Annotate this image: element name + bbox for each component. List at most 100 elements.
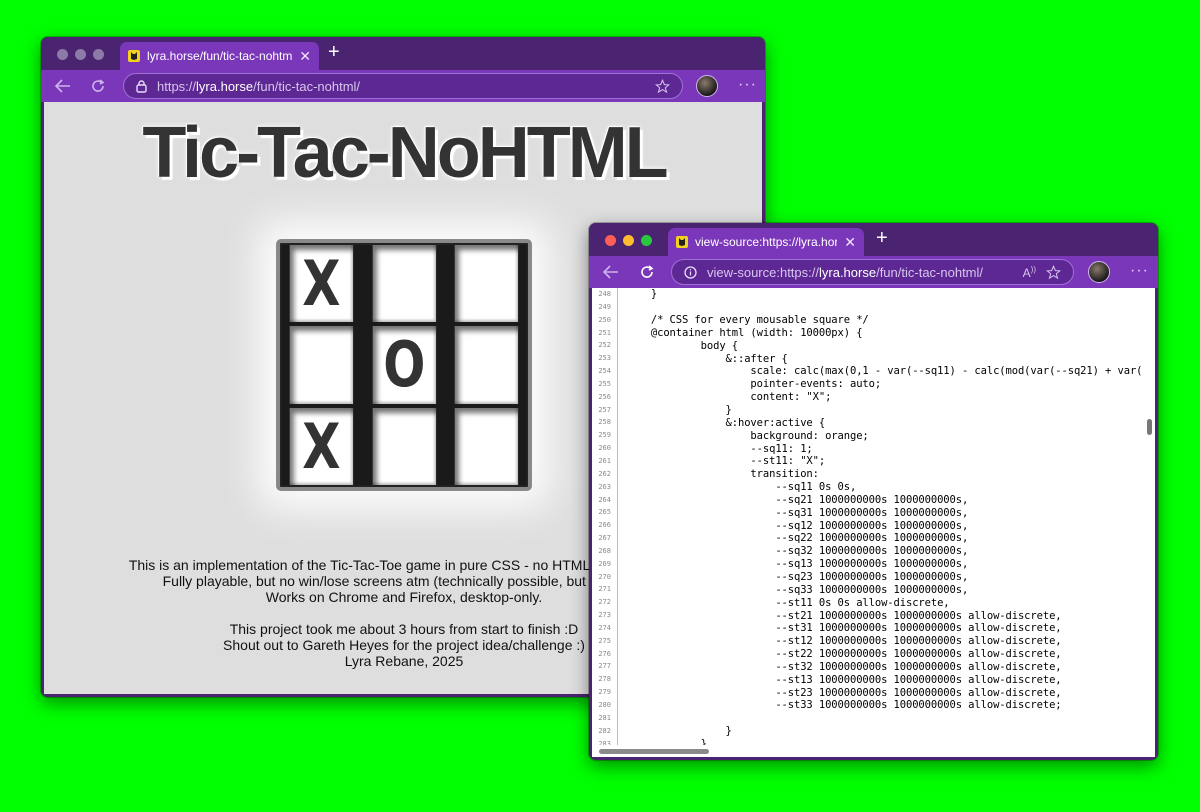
read-aloud-icon[interactable]: A)) xyxy=(1023,265,1036,280)
page-title: Tic-Tac-NoHTML xyxy=(142,113,668,193)
board-cell[interactable] xyxy=(289,326,353,404)
board-cell[interactable]: X xyxy=(289,407,353,485)
tab-bar: lyra.horse/fun/tic-tac-nohtml/ ✕ + xyxy=(41,37,765,70)
horse-favicon-icon xyxy=(676,236,688,248)
star-icon[interactable] xyxy=(1046,264,1061,280)
line-code: } xyxy=(626,404,732,417)
line-code: pointer-events: auto; xyxy=(626,378,882,391)
source-line: 254 scale: calc(max(0,1 - var(--sq11) - … xyxy=(592,365,1143,378)
source-line: 276 --st22 1000000000s 1000000000s allow… xyxy=(592,647,1143,661)
game-board: XOX xyxy=(276,239,532,491)
line-code: --st22 1000000000s 1000000000s allow-dis… xyxy=(626,648,1062,661)
window-controls xyxy=(57,49,104,60)
source-line: 256 content: "X"; xyxy=(592,390,1143,404)
line-code: background: orange; xyxy=(626,429,869,442)
source-line: 250 /* CSS for every mousable square */ xyxy=(592,313,1143,327)
close-tab-icon[interactable]: ✕ xyxy=(844,234,856,251)
close-window-button[interactable] xyxy=(605,235,616,246)
source-line: 271 --sq33 1000000000s 1000000000s, xyxy=(592,583,1143,597)
close-window-button[interactable] xyxy=(57,49,68,60)
horizontal-scrollbar[interactable] xyxy=(592,745,1155,757)
line-code: /* CSS for every mousable square */ xyxy=(626,314,869,327)
line-number: 276 xyxy=(592,647,618,661)
line-number: 257 xyxy=(592,403,618,417)
zoom-window-button[interactable] xyxy=(93,49,104,60)
info-icon xyxy=(684,265,697,279)
line-code: body { xyxy=(626,339,738,352)
line-number: 273 xyxy=(592,609,618,622)
line-code: --sq11 0s 0s, xyxy=(626,481,857,494)
line-number: 269 xyxy=(592,557,618,571)
back-arrow-icon[interactable] xyxy=(601,262,621,282)
new-tab-icon[interactable]: + xyxy=(328,41,340,64)
source-line: 278 --st13 1000000000s 1000000000s allow… xyxy=(592,673,1143,687)
line-number: 261 xyxy=(592,454,618,468)
line-code: --sq12 1000000000s 1000000000s, xyxy=(626,519,969,532)
source-line: 280 --st33 1000000000s 1000000000s allow… xyxy=(592,699,1143,712)
profile-avatar[interactable] xyxy=(696,75,718,97)
new-tab-icon[interactable]: + xyxy=(876,227,888,250)
board-cell[interactable]: O xyxy=(372,326,436,404)
board-cell[interactable] xyxy=(372,245,436,323)
source-line: 251 @container html (width: 10000px) { xyxy=(592,326,1143,340)
close-tab-icon[interactable]: ✕ xyxy=(299,48,311,65)
horizontal-scroll-thumb[interactable] xyxy=(599,749,709,754)
line-number: 251 xyxy=(592,326,618,340)
source-line: 253 &::after { xyxy=(592,352,1143,366)
profile-avatar[interactable] xyxy=(1088,261,1110,283)
more-menu-icon[interactable]: ··· xyxy=(738,76,757,94)
reload-icon[interactable] xyxy=(88,76,108,96)
line-code: --st23 1000000000s 1000000000s allow-dis… xyxy=(626,686,1062,699)
board-cell[interactable] xyxy=(455,407,519,485)
tab-bar: view-source:https://lyra.horse/fun/tic-t… xyxy=(589,223,1158,256)
line-code: --st13 1000000000s 1000000000s allow-dis… xyxy=(626,673,1062,686)
source-line: 255 pointer-events: auto; xyxy=(592,377,1143,391)
source-line: 273 --st21 1000000000s 1000000000s allow… xyxy=(592,609,1143,622)
board-cell[interactable]: X xyxy=(289,245,353,323)
line-number: 277 xyxy=(592,660,618,674)
line-number: 282 xyxy=(592,724,618,738)
minimize-window-button[interactable] xyxy=(75,49,86,60)
window-controls xyxy=(605,235,652,246)
line-number: 274 xyxy=(592,621,618,635)
vertical-scroll-thumb[interactable] xyxy=(1147,419,1152,435)
line-code: --sq22 1000000000s 1000000000s, xyxy=(626,532,969,545)
board-cell[interactable] xyxy=(455,245,519,323)
line-number: 280 xyxy=(592,699,618,712)
line-code: --st21 1000000000s 1000000000s allow-dis… xyxy=(626,609,1062,622)
source-line: 274 --st31 1000000000s 1000000000s allow… xyxy=(592,621,1143,635)
source-line: 282 } xyxy=(592,724,1143,738)
line-number: 248 xyxy=(592,288,618,301)
tab-active[interactable]: view-source:https://lyra.horse/fun/tic-t… xyxy=(668,228,864,256)
tab-active[interactable]: lyra.horse/fun/tic-tac-nohtml/ ✕ xyxy=(120,42,319,70)
address-bar[interactable]: view-source:https://lyra.horse/fun/tic-t… xyxy=(671,259,1074,285)
minimize-window-button[interactable] xyxy=(623,235,634,246)
line-number: 265 xyxy=(592,506,618,520)
back-arrow-icon[interactable] xyxy=(53,76,73,96)
line-number: 271 xyxy=(592,583,618,597)
line-code: transition: xyxy=(626,468,819,481)
board-cell[interactable] xyxy=(372,407,436,485)
address-bar[interactable]: https://lyra.horse/fun/tic-tac-nohtml/ xyxy=(123,73,683,99)
source-line: 268 --sq32 1000000000s 1000000000s, xyxy=(592,544,1143,558)
zoom-window-button[interactable] xyxy=(641,235,652,246)
source-line: 259 background: orange; xyxy=(592,429,1143,443)
browser-window-source: view-source:https://lyra.horse/fun/tic-t… xyxy=(589,223,1158,760)
vertical-scrollbar[interactable] xyxy=(1143,288,1155,745)
source-line: 262 transition: xyxy=(592,467,1143,481)
line-number: 254 xyxy=(592,365,618,378)
toolbar: view-source:https://lyra.horse/fun/tic-t… xyxy=(589,256,1158,288)
board-cell[interactable] xyxy=(455,326,519,404)
board-grid: XOX xyxy=(282,245,526,485)
reload-icon[interactable] xyxy=(637,262,657,282)
source-line: 249 xyxy=(592,300,1143,314)
line-code: --sq23 1000000000s 1000000000s, xyxy=(626,570,969,583)
tab-title: view-source:https://lyra.horse/fun/tic-t… xyxy=(695,235,838,249)
line-code: --st31 1000000000s 1000000000s allow-dis… xyxy=(626,622,1062,635)
line-code: --sq31 1000000000s 1000000000s, xyxy=(626,506,969,519)
more-menu-icon[interactable]: ··· xyxy=(1130,262,1149,280)
line-number: 260 xyxy=(592,442,618,455)
star-icon[interactable] xyxy=(655,78,670,94)
line-code: content: "X"; xyxy=(626,391,832,404)
source-line: 252 body { xyxy=(592,339,1143,353)
